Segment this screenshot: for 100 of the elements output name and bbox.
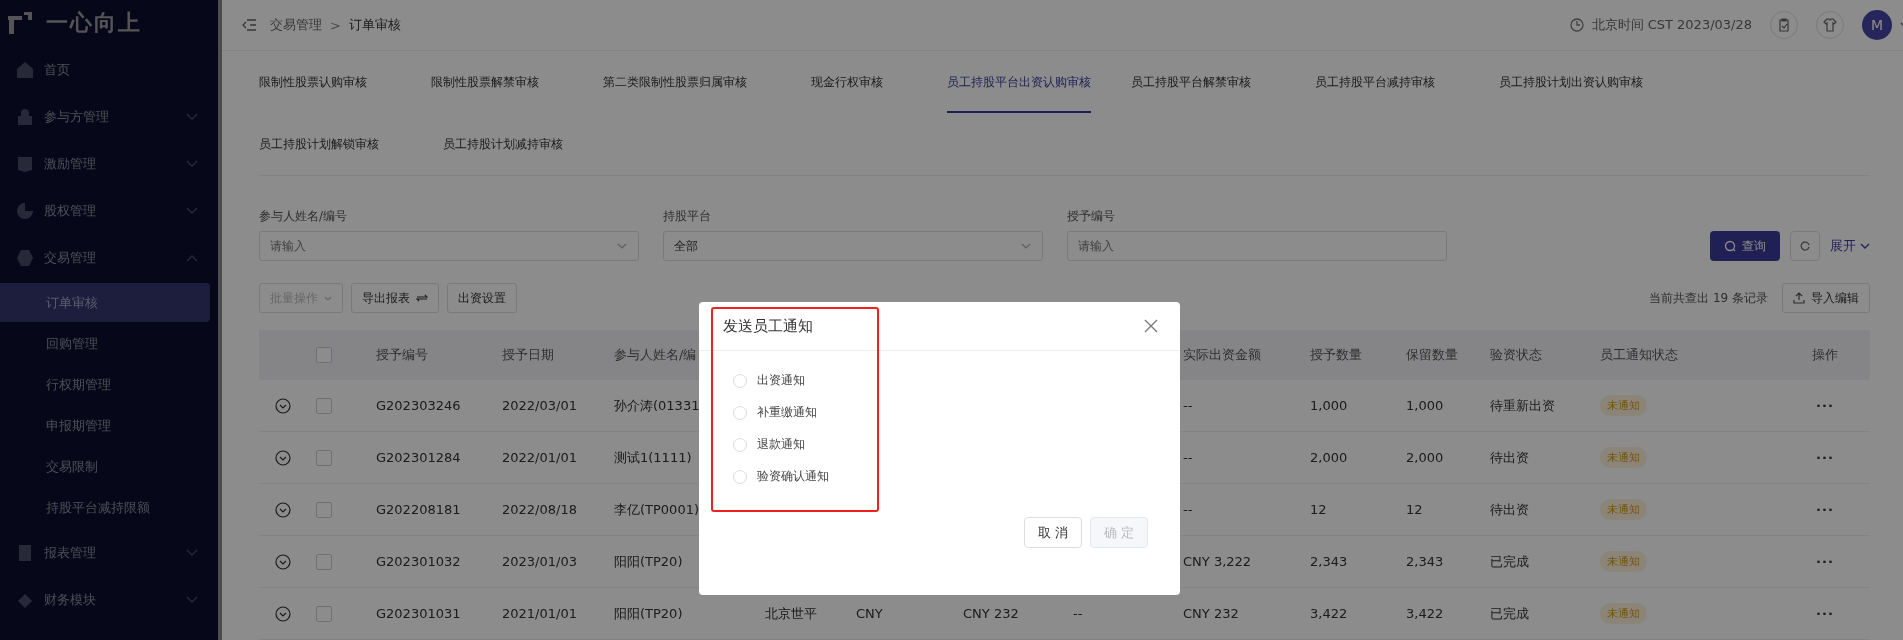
table-cell: 12 bbox=[1406, 502, 1423, 517]
breadcrumb-link[interactable]: 交易管理 bbox=[270, 16, 322, 34]
select-field[interactable]: 请输入 bbox=[259, 231, 639, 261]
logo-text: 一心向上 bbox=[46, 9, 142, 37]
collapse-menu-icon[interactable] bbox=[242, 19, 256, 31]
more-button[interactable]: ··· bbox=[1816, 554, 1834, 569]
radio-option[interactable]: 补重缴通知 bbox=[733, 404, 817, 421]
toolbar-button[interactable]: 导出报表 bbox=[351, 283, 439, 313]
input-field[interactable]: 请输入 bbox=[1067, 231, 1447, 261]
table-cell: 2021/01/01 bbox=[502, 606, 577, 621]
avatar[interactable]: M bbox=[1862, 10, 1892, 40]
checkbox[interactable] bbox=[316, 553, 332, 570]
checkbox[interactable] bbox=[316, 605, 332, 622]
table-cell: 2022/08/18 bbox=[502, 502, 577, 517]
breadcrumb-separator: > bbox=[330, 17, 341, 33]
tab[interactable]: 现金行权审核 bbox=[811, 51, 907, 113]
table-cell: 待出资 bbox=[1490, 500, 1529, 519]
expand-row-icon[interactable] bbox=[275, 449, 291, 466]
more-button[interactable]: ··· bbox=[1816, 398, 1834, 413]
refresh-button[interactable] bbox=[1790, 231, 1820, 261]
search-button[interactable]: 查询 bbox=[1710, 231, 1780, 261]
table-cell: 待出资 bbox=[1490, 448, 1529, 467]
swap-arrows-icon bbox=[416, 293, 428, 303]
house-icon bbox=[16, 60, 34, 79]
radio-option[interactable]: 退款通知 bbox=[733, 436, 805, 453]
table-cell: 李亿(TP0001) bbox=[614, 500, 699, 519]
table-cell: G202301032 bbox=[376, 554, 461, 569]
filter-label: 持股平台 bbox=[663, 208, 712, 225]
tab[interactable]: 员工持股平台解禁审核 bbox=[1131, 51, 1275, 113]
expand-row-icon[interactable] bbox=[275, 605, 291, 622]
table-cell: 阳阳(TP20) bbox=[614, 604, 683, 623]
status-tag: 未通知 bbox=[1600, 603, 1647, 624]
table-cell: -- bbox=[1183, 502, 1193, 517]
sidebar-subitem[interactable]: 订单审核 bbox=[0, 283, 210, 322]
toolbar-button[interactable]: 出资设置 bbox=[447, 283, 517, 313]
table-cell: G202208181 bbox=[376, 502, 461, 517]
column-header: 授予编号 bbox=[376, 346, 428, 364]
column-header: 参与人姓名/编 bbox=[614, 346, 697, 364]
table-cell: 孙介涛(01331 bbox=[614, 396, 700, 415]
table-cell: 12 bbox=[1310, 502, 1327, 517]
tab[interactable]: 员工持股计划解锁审核 bbox=[259, 113, 403, 175]
shirt-button[interactable] bbox=[1816, 11, 1844, 39]
more-button[interactable]: ··· bbox=[1816, 502, 1834, 517]
column-header: 实际出资金额 bbox=[1183, 346, 1261, 364]
clipboard-icon bbox=[1777, 18, 1791, 32]
radio-option[interactable]: 出资通知 bbox=[733, 372, 805, 389]
table-cell: G202303246 bbox=[376, 398, 461, 413]
filter-label: 授予编号 bbox=[1067, 208, 1116, 225]
caret-icon bbox=[324, 295, 332, 301]
tab[interactable]: 限制性股票认购审核 bbox=[259, 51, 391, 113]
caret-icon bbox=[617, 243, 627, 249]
checkbox[interactable] bbox=[316, 501, 332, 518]
expand-row-icon[interactable] bbox=[275, 553, 291, 570]
status-tag: 未通知 bbox=[1600, 499, 1647, 520]
table-cell: 1,000 bbox=[1406, 398, 1444, 413]
table-cell: 2023/01/03 bbox=[502, 554, 577, 569]
tab[interactable]: 限制性股票解禁审核 bbox=[431, 51, 563, 113]
import-button[interactable]: 导入编辑 bbox=[1782, 283, 1870, 313]
tab[interactable]: 员工持股计划减持审核 bbox=[443, 113, 587, 175]
select-field[interactable]: 全部 bbox=[663, 231, 1043, 261]
tab[interactable]: 员工持股计划出资认购审核 bbox=[1499, 51, 1667, 113]
upload-icon bbox=[1793, 292, 1805, 304]
status-tag: 未通知 bbox=[1600, 447, 1647, 468]
tab[interactable]: 第二类限制性股票归属审核 bbox=[603, 51, 771, 113]
table-cell: 2,343 bbox=[1310, 554, 1348, 569]
filter-label: 参与人姓名/编号 bbox=[259, 208, 349, 225]
caret-icon bbox=[1860, 243, 1870, 249]
table-cell: 已完成 bbox=[1490, 552, 1529, 571]
cancel-button[interactable]: 取 消 bbox=[1024, 517, 1082, 548]
dialog-title: 发送员工通知 bbox=[723, 316, 813, 336]
expand-link[interactable]: 展开 bbox=[1830, 231, 1870, 261]
tab[interactable]: 员工持股平台出资认购审核 bbox=[947, 51, 1091, 113]
checkbox[interactable] bbox=[316, 347, 332, 363]
table-cell: 待重新出资 bbox=[1490, 396, 1555, 415]
table-cell: 2,000 bbox=[1406, 450, 1444, 465]
more-button[interactable]: ··· bbox=[1816, 606, 1834, 621]
table-cell: CNY 232 bbox=[1183, 606, 1239, 621]
table-cell: 2,343 bbox=[1406, 554, 1444, 569]
column-header: 操作 bbox=[1812, 346, 1838, 364]
hexagon-icon bbox=[16, 248, 34, 267]
column-header: 验资状态 bbox=[1490, 346, 1542, 364]
column-header: 保留数量 bbox=[1406, 346, 1458, 364]
document-icon bbox=[16, 543, 34, 562]
expand-row-icon[interactable] bbox=[275, 397, 291, 414]
table-cell: CNY bbox=[856, 606, 883, 621]
clipboard-button[interactable] bbox=[1770, 11, 1798, 39]
tab[interactable]: 员工持股平台减持审核 bbox=[1315, 51, 1459, 113]
checkbox[interactable] bbox=[316, 449, 332, 466]
more-button[interactable]: ··· bbox=[1816, 450, 1834, 465]
table-cell: CNY 3,222 bbox=[1183, 554, 1252, 569]
radio-option[interactable]: 验资确认通知 bbox=[733, 468, 829, 485]
table-cell: G202301284 bbox=[376, 450, 461, 465]
checkbox[interactable] bbox=[316, 397, 332, 414]
status-tag: 未通知 bbox=[1600, 551, 1647, 572]
expand-row-icon[interactable] bbox=[275, 501, 291, 518]
table-cell: 测试1(1111) bbox=[614, 448, 692, 467]
status-tag: 未通知 bbox=[1600, 395, 1647, 416]
close-icon[interactable] bbox=[1144, 319, 1158, 333]
table-cell: CNY 232 bbox=[963, 606, 1019, 621]
table-cell: 3,422 bbox=[1310, 606, 1348, 621]
